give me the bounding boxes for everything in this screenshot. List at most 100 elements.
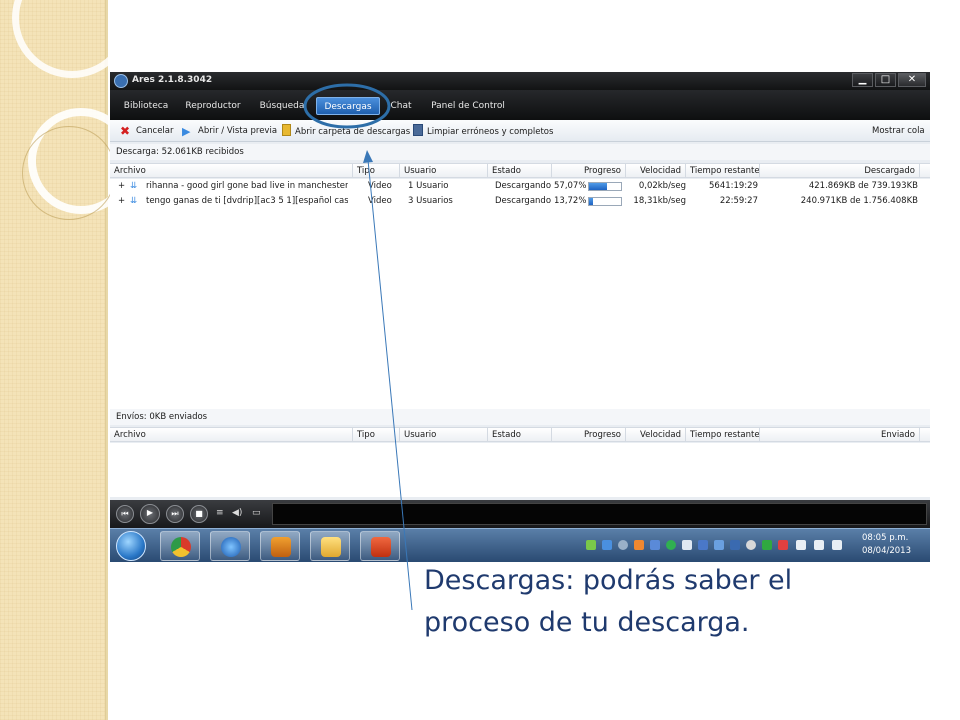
- taskbar-powerpoint[interactable]: [360, 531, 400, 561]
- speaker-icon[interactable]: [682, 540, 692, 550]
- ares-logo-icon: [114, 74, 128, 88]
- tray-icon[interactable]: [666, 540, 676, 550]
- tray-icon[interactable]: [618, 540, 628, 550]
- decoration-ring: [22, 126, 116, 220]
- tray-icon[interactable]: [714, 540, 724, 550]
- start-button-icon[interactable]: [116, 531, 146, 561]
- col-tipo[interactable]: Tipo: [353, 428, 400, 442]
- col-tiempo-restante[interactable]: Tiempo restante: [686, 428, 760, 442]
- tab-chat[interactable]: Chat: [386, 97, 416, 115]
- play-button[interactable]: ▶: [140, 504, 160, 524]
- progress-bar: [588, 182, 622, 191]
- clear-label: Limpiar erróneos y completos: [427, 127, 554, 137]
- play-arrow-icon: ▶: [182, 125, 191, 138]
- tab-bar: Biblioteca Reproductor Búsqueda Descarga…: [110, 90, 930, 120]
- tray-icon[interactable]: [602, 540, 612, 550]
- table-row[interactable]: + ⇊ tengo ganas de ti [dvdrip][ac3 5 1][…: [110, 194, 930, 209]
- downloads-header: Archivo Tipo Usuario Estado Progreso Vel…: [110, 163, 930, 178]
- col-estado[interactable]: Estado: [488, 428, 552, 442]
- tab-descargas[interactable]: Descargas: [316, 97, 380, 115]
- col-enviado[interactable]: Enviado: [760, 428, 920, 442]
- col-usuario[interactable]: Usuario: [400, 428, 488, 442]
- show-queue-button[interactable]: Mostrar cola: [872, 124, 925, 138]
- system-tray: [586, 538, 856, 554]
- file-type: Video: [368, 196, 392, 206]
- uploads-summary: Envíos: 0KB enviados: [110, 409, 930, 425]
- col-velocidad[interactable]: Velocidad: [626, 164, 686, 178]
- taskbar-explorer[interactable]: [310, 531, 350, 561]
- next-button[interactable]: ⏭: [166, 505, 184, 523]
- tray-icon[interactable]: [698, 540, 708, 550]
- col-tiempo-restante[interactable]: Tiempo restante: [686, 164, 760, 178]
- clock-time[interactable]: 08:05 p.m.: [862, 533, 908, 543]
- col-descargado[interactable]: Descargado: [760, 164, 920, 178]
- file-type: Video: [368, 181, 392, 191]
- col-usuario[interactable]: Usuario: [400, 164, 488, 178]
- flag-icon[interactable]: [796, 540, 806, 550]
- col-archivo[interactable]: Archivo: [110, 428, 353, 442]
- taskbar-chrome[interactable]: [160, 531, 200, 561]
- minimize-button[interactable]: ▁: [852, 73, 873, 87]
- speed: 0,02kb/seg: [638, 181, 686, 191]
- open-folder-button[interactable]: Abrir carpeta de descargas: [282, 124, 410, 138]
- powerpoint-icon: [371, 537, 391, 557]
- slide-decoration-line: [106, 0, 108, 720]
- player-display: [272, 503, 927, 525]
- col-estado[interactable]: Estado: [488, 164, 552, 178]
- tab-panel-de-control[interactable]: Panel de Control: [428, 97, 508, 115]
- taskbar: 08:05 p.m. 08/04/2013: [110, 528, 930, 562]
- window-title: Ares 2.1.8.3042: [132, 75, 213, 85]
- chrome-icon: [171, 537, 191, 557]
- playlist-icon[interactable]: ≡: [216, 507, 224, 519]
- tab-busqueda[interactable]: Búsqueda: [254, 97, 310, 115]
- ares-icon: [221, 537, 241, 557]
- screen-icon[interactable]: ▭: [252, 507, 261, 519]
- clear-button[interactable]: Limpiar erróneos y completos: [413, 124, 553, 138]
- media-icon: [271, 537, 291, 557]
- tray-icon[interactable]: [634, 540, 644, 550]
- folder-icon: [282, 124, 291, 136]
- open-folder-label: Abrir carpeta de descargas: [295, 127, 411, 137]
- tray-icon[interactable]: [762, 540, 772, 550]
- previous-button[interactable]: ⏮: [116, 505, 134, 523]
- open-preview-button[interactable]: ▶ Abrir / Vista previa: [182, 124, 277, 138]
- stop-button[interactable]: ■: [190, 505, 208, 523]
- close-button[interactable]: ✕: [898, 73, 926, 87]
- signal-icon[interactable]: [814, 540, 824, 550]
- tray-icon[interactable]: [778, 540, 788, 550]
- clock-date[interactable]: 08/04/2013: [862, 546, 911, 556]
- status: Descargando: [495, 181, 552, 191]
- ares-window: Ares 2.1.8.3042 ▁ □ ✕ Biblioteca Reprodu…: [110, 72, 930, 562]
- download-arrow-icon: ⇊: [130, 181, 138, 191]
- taskbar-media[interactable]: [260, 531, 300, 561]
- title-bar: Ares 2.1.8.3042 ▁ □ ✕: [110, 72, 930, 90]
- downloaded-size: 240.971KB de 1.756.408KB: [800, 196, 918, 206]
- downloads-list: + ⇊ rihanna - good girl gone bad live in…: [110, 179, 930, 409]
- col-progreso[interactable]: Progreso: [552, 428, 626, 442]
- expand-toggle[interactable]: +: [118, 179, 126, 194]
- table-row[interactable]: + ⇊ rihanna - good girl gone bad live in…: [110, 179, 930, 194]
- tray-icon[interactable]: [746, 540, 756, 550]
- caption-line: proceso de tu descarga.: [424, 607, 750, 638]
- taskbar-ares[interactable]: [210, 531, 250, 561]
- maximize-button[interactable]: □: [875, 73, 896, 87]
- slide-caption: Descargas: podrás saber el proceso de tu…: [424, 560, 924, 644]
- col-velocidad[interactable]: Velocidad: [626, 428, 686, 442]
- progress-text: 57,07%: [554, 181, 586, 191]
- tab-biblioteca[interactable]: Biblioteca: [120, 97, 172, 115]
- col-tipo[interactable]: Tipo: [353, 164, 400, 178]
- progress-fill: [589, 198, 594, 205]
- expand-toggle[interactable]: +: [118, 194, 126, 209]
- user-count: 1 Usuario: [408, 181, 449, 191]
- caption-line: Descargas: podrás saber el: [424, 565, 793, 596]
- tray-icon[interactable]: [586, 540, 596, 550]
- battery-icon[interactable]: [832, 540, 842, 550]
- tray-icon[interactable]: [730, 540, 740, 550]
- col-progreso[interactable]: Progreso: [552, 164, 626, 178]
- col-archivo[interactable]: Archivo: [110, 164, 353, 178]
- downloaded-size: 421.869KB de 739.193KB: [808, 181, 918, 191]
- volume-icon[interactable]: ◀): [232, 507, 242, 519]
- tab-reproductor[interactable]: Reproductor: [180, 97, 246, 115]
- tray-icon[interactable]: [650, 540, 660, 550]
- cancel-button[interactable]: ✖ Cancelar: [120, 124, 174, 138]
